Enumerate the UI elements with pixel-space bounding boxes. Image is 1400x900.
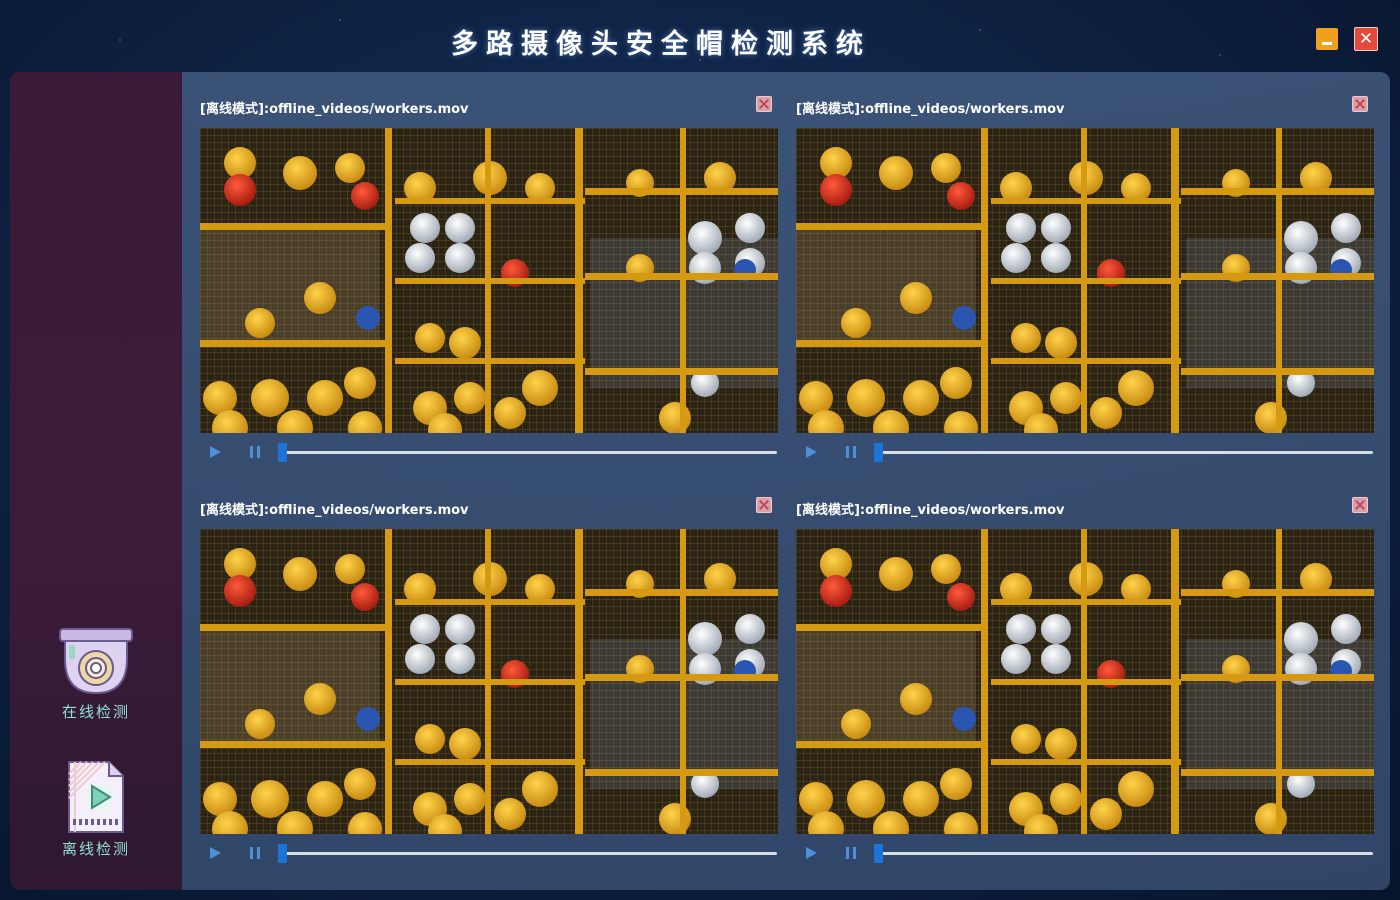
progress-slider[interactable] [876, 852, 1373, 855]
pause-icon[interactable] [249, 446, 261, 458]
video-controls [200, 443, 778, 464]
app-title: 多路摄像头安全帽检测系统 [451, 29, 871, 60]
play-icon[interactable] [806, 446, 817, 458]
sidebar: 在线检测 离线检测 [10, 72, 182, 890]
panel-title: [离线模式]:offline_videos/workers.mov [200, 503, 469, 518]
minimize-button[interactable] [1316, 28, 1338, 50]
video-frame [200, 128, 778, 433]
slider-handle[interactable] [278, 443, 287, 462]
progress-slider[interactable] [280, 852, 777, 855]
panel-close-button[interactable] [1352, 497, 1368, 513]
sidebar-item-label: 离线检测 [61, 840, 130, 858]
hardhat-shelves-image [796, 128, 1374, 433]
video-panel-1: [离线模式]:offline_videos/workers.mov [200, 72, 778, 462]
play-icon[interactable] [210, 446, 221, 458]
slider-handle[interactable] [874, 844, 883, 863]
video-controls [796, 844, 1374, 865]
video-controls [796, 443, 1374, 464]
play-icon[interactable] [210, 847, 221, 859]
pause-icon[interactable] [845, 446, 857, 458]
slider-handle[interactable] [278, 844, 287, 863]
progress-slider[interactable] [876, 451, 1373, 454]
sidebar-item-offline-detection[interactable]: 离线检测 [10, 760, 182, 859]
video-frame [796, 529, 1374, 834]
panel-title: [离线模式]:offline_videos/workers.mov [200, 102, 469, 117]
panel-title: [离线模式]:offline_videos/workers.mov [796, 102, 1065, 117]
video-panel-2: [离线模式]:offline_videos/workers.mov [796, 72, 1374, 462]
panel-close-button[interactable] [756, 497, 772, 513]
hardhat-shelves-image [200, 529, 778, 834]
pause-icon[interactable] [845, 847, 857, 859]
panel-close-button[interactable] [756, 96, 772, 112]
hardhat-shelves-image [796, 529, 1374, 834]
hardhat-shelves-image [200, 128, 778, 433]
progress-slider[interactable] [280, 451, 777, 454]
video-frame [796, 128, 1374, 433]
sidebar-item-label: 在线检测 [61, 703, 130, 721]
video-file-icon [68, 761, 124, 833]
video-controls [200, 844, 778, 865]
video-panel-4: [离线模式]:offline_videos/workers.mov [796, 473, 1374, 863]
video-panel-3: [离线模式]:offline_videos/workers.mov [200, 473, 778, 863]
play-icon[interactable] [806, 847, 817, 859]
slider-handle[interactable] [874, 443, 883, 462]
sidebar-item-online-detection[interactable]: 在线检测 [10, 627, 182, 722]
video-frame [200, 529, 778, 834]
panel-close-button[interactable] [1352, 96, 1368, 112]
camera-icon [59, 628, 133, 695]
close-button[interactable]: ✕ [1354, 27, 1378, 51]
panel-title: [离线模式]:offline_videos/workers.mov [796, 503, 1065, 518]
main-frame: 在线检测 离线检测 [离线模式]:offline_videos/workers.… [10, 72, 1390, 890]
close-icon: ✕ [1358, 29, 1374, 49]
pause-icon[interactable] [249, 847, 261, 859]
